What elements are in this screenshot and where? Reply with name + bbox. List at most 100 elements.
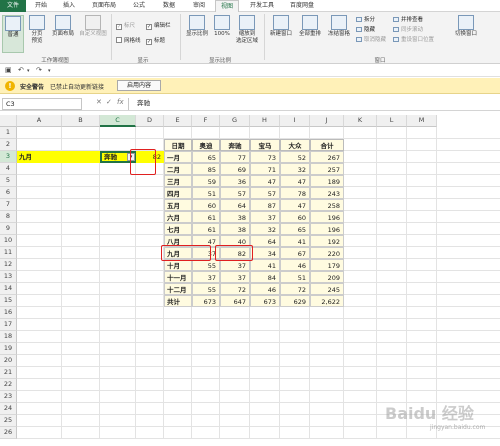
freeze-panes-button[interactable]: 冻结窗格 bbox=[325, 15, 353, 53]
table-row-label[interactable]: 一月 bbox=[164, 151, 192, 163]
row-header-25[interactable]: 25 bbox=[0, 415, 17, 427]
column-header-d[interactable]: D bbox=[136, 115, 164, 127]
table-cell[interactable]: 55 bbox=[192, 283, 220, 295]
unhide-button[interactable]: 取消隐藏 bbox=[356, 36, 386, 44]
table-cell[interactable]: 38 bbox=[220, 211, 250, 223]
table-cell[interactable]: 64 bbox=[250, 235, 280, 247]
column-header-m[interactable]: M bbox=[407, 115, 437, 127]
row-header-6[interactable]: 6 bbox=[0, 187, 17, 199]
row-header-14[interactable]: 14 bbox=[0, 283, 17, 295]
table-cell[interactable]: 34 bbox=[250, 247, 280, 259]
table-row-label[interactable]: 四月 bbox=[164, 187, 192, 199]
table-row-label[interactable]: 五月 bbox=[164, 199, 192, 211]
row-header-5[interactable]: 5 bbox=[0, 175, 17, 187]
table-cell[interactable]: 52 bbox=[280, 151, 310, 163]
column-header-a[interactable]: A bbox=[17, 115, 62, 127]
undo-icon[interactable]: ↶ bbox=[18, 66, 24, 74]
name-box[interactable]: C3 bbox=[2, 98, 82, 110]
redo-icon[interactable]: ↷ bbox=[36, 66, 42, 74]
row-header-21[interactable]: 21 bbox=[0, 367, 17, 379]
row-header-8[interactable]: 8 bbox=[0, 211, 17, 223]
undo-dropdown-icon[interactable]: ▾ bbox=[27, 68, 30, 74]
table-cell[interactable]: 179 bbox=[310, 259, 344, 271]
row-header-22[interactable]: 22 bbox=[0, 379, 17, 391]
table-cell[interactable]: 38 bbox=[220, 223, 250, 235]
row-header-1[interactable]: 1 bbox=[0, 127, 17, 139]
row-header-24[interactable]: 24 bbox=[0, 403, 17, 415]
tab-formulas[interactable]: 公式 bbox=[128, 0, 150, 12]
column-header-c[interactable]: C bbox=[100, 115, 136, 127]
table-cell[interactable]: 220 bbox=[310, 247, 344, 259]
row-header-17[interactable]: 17 bbox=[0, 319, 17, 331]
table-cell[interactable]: 57 bbox=[220, 187, 250, 199]
column-header-f[interactable]: F bbox=[192, 115, 220, 127]
row-header-18[interactable]: 18 bbox=[0, 331, 17, 343]
enter-icon[interactable]: ✓ bbox=[106, 98, 112, 106]
table-row-label[interactable]: 六月 bbox=[164, 211, 192, 223]
table-row-label[interactable]: 二月 bbox=[164, 163, 192, 175]
table-cell[interactable]: 37 bbox=[192, 271, 220, 283]
table-cell[interactable]: 189 bbox=[310, 175, 344, 187]
gridlines-checkbox[interactable]: 网格线 bbox=[116, 37, 141, 45]
arrange-all-button[interactable]: 全部重排 bbox=[296, 15, 324, 53]
row-header-7[interactable]: 7 bbox=[0, 199, 17, 211]
row-header-23[interactable]: 23 bbox=[0, 391, 17, 403]
table-cell[interactable]: 46 bbox=[280, 259, 310, 271]
row-header-2[interactable]: 2 bbox=[0, 139, 17, 151]
custom-views-button[interactable]: 自定义视图 bbox=[77, 15, 109, 53]
row-header-20[interactable]: 20 bbox=[0, 355, 17, 367]
reset-window-position-button[interactable]: 重设窗口位置 bbox=[393, 36, 434, 44]
tab-insert[interactable]: 插入 bbox=[58, 0, 80, 12]
enable-content-button[interactable]: 启用内容 bbox=[117, 80, 161, 91]
worksheet-grid[interactable]: A B C D E F G H I J K L M 1 2 3 4 5 6 7 8 9 10 11 12 13 14 15 16 17 18… bbox=[0, 115, 500, 446]
table-cell[interactable]: 37 bbox=[220, 271, 250, 283]
hide-button[interactable]: 隐藏 bbox=[356, 26, 375, 34]
table-cell[interactable]: 41 bbox=[280, 235, 310, 247]
tab-review[interactable]: 审阅 bbox=[188, 0, 210, 12]
tab-home[interactable]: 开始 bbox=[30, 0, 52, 12]
column-header-g[interactable]: G bbox=[220, 115, 250, 127]
column-header-k[interactable]: K bbox=[344, 115, 377, 127]
table-cell[interactable]: 673 bbox=[250, 295, 280, 307]
table-cell[interactable]: 73 bbox=[250, 151, 280, 163]
table-cell[interactable]: 77 bbox=[220, 151, 250, 163]
column-header-i[interactable]: I bbox=[280, 115, 310, 127]
row-header-10[interactable]: 10 bbox=[0, 235, 17, 247]
tab-baidu-netdisk[interactable]: 百度网盘 bbox=[284, 0, 320, 12]
insert-function-icon[interactable]: fx bbox=[117, 98, 124, 106]
table-cell[interactable]: 72 bbox=[280, 283, 310, 295]
table-cell[interactable]: 87 bbox=[250, 199, 280, 211]
table-cell[interactable]: 65 bbox=[280, 223, 310, 235]
table-cell[interactable]: 41 bbox=[250, 259, 280, 271]
row-header-3[interactable]: 3 bbox=[0, 151, 17, 163]
table-cell[interactable]: 78 bbox=[280, 187, 310, 199]
table-cell[interactable]: 245 bbox=[310, 283, 344, 295]
row-header-4[interactable]: 4 bbox=[0, 163, 17, 175]
table-row-label[interactable]: 共计 bbox=[164, 295, 192, 307]
switch-windows-button[interactable]: 切换窗口 bbox=[450, 15, 482, 53]
sync-scroll-button[interactable]: 同步滚动 bbox=[393, 26, 423, 34]
column-header-j[interactable]: J bbox=[310, 115, 344, 127]
table-row-label[interactable]: 七月 bbox=[164, 223, 192, 235]
table-cell[interactable]: 36 bbox=[220, 175, 250, 187]
row-header-15[interactable]: 15 bbox=[0, 295, 17, 307]
table-cell[interactable]: 209 bbox=[310, 271, 344, 283]
table-cell[interactable]: 71 bbox=[250, 163, 280, 175]
headings-checkbox[interactable]: ✓ 标题 bbox=[146, 37, 165, 45]
column-header-b[interactable]: B bbox=[62, 115, 100, 127]
table-row-label[interactable]: 十二月 bbox=[164, 283, 192, 295]
table-cell[interactable]: 69 bbox=[220, 163, 250, 175]
row-header-9[interactable]: 9 bbox=[0, 223, 17, 235]
row-header-11[interactable]: 11 bbox=[0, 247, 17, 259]
table-cell[interactable]: 32 bbox=[250, 223, 280, 235]
row-header-12[interactable]: 12 bbox=[0, 259, 17, 271]
cancel-icon[interactable]: ✕ bbox=[96, 98, 102, 106]
table-cell[interactable]: 64 bbox=[220, 199, 250, 211]
new-window-button[interactable]: 新建窗口 bbox=[267, 15, 295, 53]
table-cell[interactable]: 84 bbox=[250, 271, 280, 283]
table-cell[interactable]: 257 bbox=[310, 163, 344, 175]
table-cell[interactable]: 629 bbox=[280, 295, 310, 307]
normal-view-button[interactable]: 普通 bbox=[2, 15, 24, 53]
page-layout-view-button[interactable]: 页面布局 bbox=[50, 15, 76, 53]
table-cell[interactable]: 47 bbox=[280, 199, 310, 211]
